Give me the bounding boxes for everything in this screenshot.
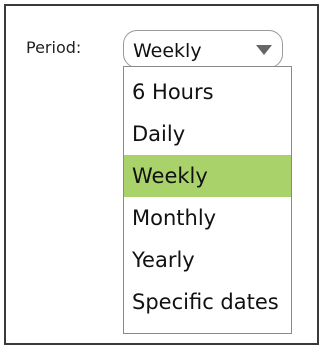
dropdown-option-daily[interactable]: Daily	[124, 113, 291, 155]
dropdown-option-monthly[interactable]: Monthly	[124, 197, 291, 239]
dropdown-option-specific-dates[interactable]: Specific dates	[124, 281, 291, 323]
period-select[interactable]: Weekly	[123, 30, 283, 68]
period-dropdown-list: 6 Hours Daily Weekly Monthly Yearly Spec…	[123, 66, 292, 334]
dropdown-option-weekly[interactable]: Weekly	[124, 155, 291, 197]
dropdown-option-yearly[interactable]: Yearly	[124, 239, 291, 281]
dropdown-option-6-hours[interactable]: 6 Hours	[124, 71, 291, 113]
period-panel: Period: Weekly 6 Hours Daily Weekly Mont…	[4, 4, 319, 345]
period-select-value: Weekly	[133, 40, 202, 62]
period-label: Period:	[26, 38, 82, 57]
chevron-down-icon	[256, 45, 272, 55]
